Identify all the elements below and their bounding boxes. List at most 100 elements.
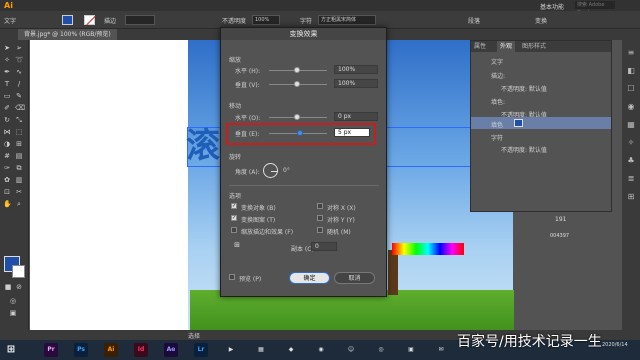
move-v-input[interactable]: 5 px [334, 128, 370, 137]
slice-tool-icon[interactable]: ✂ [15, 189, 23, 196]
tab-graphic-styles[interactable]: 图形样式 [519, 41, 549, 52]
ok-button[interactable]: 确定 [289, 272, 330, 284]
gradient-tool-icon[interactable]: ▤ [15, 153, 23, 160]
paragraph-label[interactable]: 段落 [468, 16, 480, 25]
angle-value[interactable]: 0° [283, 167, 290, 174]
start-icon[interactable]: ⊞ [4, 343, 18, 357]
free-transform-tool-icon[interactable]: ⬚ [15, 129, 23, 136]
copies-input[interactable]: 0 [311, 242, 337, 251]
appearance-fill-row-2[interactable]: 填色 [491, 120, 503, 129]
move-h-input[interactable]: 0 px [334, 112, 378, 121]
rectangle-tool-icon[interactable]: ▭ [3, 93, 11, 100]
illustrator-icon[interactable]: Ai [104, 343, 118, 357]
color-spectrum[interactable] [392, 243, 464, 255]
char-label[interactable]: 字符 [300, 16, 312, 25]
eraser-tool-icon[interactable]: ⌫ [15, 105, 25, 112]
scale-v-input[interactable]: 100% [334, 79, 378, 88]
app-icon-13[interactable]: ▣ [404, 343, 418, 357]
after-effects-icon[interactable]: Ae [164, 343, 178, 357]
move-h-knob[interactable] [294, 114, 300, 120]
transform-patterns-checkbox[interactable]: ✓ [231, 215, 237, 221]
color-icon[interactable]: ◉ [626, 102, 636, 112]
angle-dial-icon[interactable] [263, 163, 278, 178]
swatches-icon[interactable]: ▦ [626, 120, 636, 130]
stroke-color-box[interactable] [12, 265, 25, 278]
photoshop-icon[interactable]: Ps [74, 343, 88, 357]
symbols-icon[interactable]: ♣ [626, 156, 636, 166]
transform-label[interactable]: 变换 [535, 16, 547, 25]
none-mode-icon[interactable]: ⊘ [15, 284, 23, 291]
blend-tool-icon[interactable]: ⧉ [15, 165, 23, 172]
curvature-tool-icon[interactable]: ∿ [15, 69, 23, 76]
move-v-knob[interactable] [297, 130, 303, 136]
appearance-char-row[interactable]: 字符 [491, 133, 503, 142]
brushes-icon[interactable]: ✧ [626, 138, 636, 148]
cancel-button[interactable]: 取消 [334, 272, 375, 284]
premiere-icon[interactable]: Pr [44, 343, 58, 357]
taskbar-clock[interactable]: 2020/6/14 [602, 342, 628, 349]
magic-wand-tool-icon[interactable]: ✧ [3, 57, 11, 64]
color-hex[interactable]: 004397 [550, 233, 569, 239]
libraries-icon[interactable]: ☐ [626, 84, 636, 94]
media-player-icon[interactable]: ▶ [224, 343, 238, 357]
scale-v-knob[interactable] [294, 81, 300, 87]
type-tool-icon[interactable]: T [3, 81, 11, 88]
document-tab[interactable]: 背景.jpg* @ 100% (RGB/预览) [18, 29, 117, 40]
workspace-switcher[interactable]: 基本功能 [540, 2, 564, 11]
shaper-tool-icon[interactable]: ✐ [3, 105, 11, 112]
rotate-tool-icon[interactable]: ↻ [3, 117, 11, 124]
shape-builder-tool-icon[interactable]: ◑ [3, 141, 11, 148]
random-checkbox[interactable] [317, 227, 323, 233]
font-family-select[interactable]: 方正粗黑宋简体 [318, 15, 376, 25]
scale-h-input[interactable]: 100% [334, 65, 378, 74]
hand-tool-icon[interactable]: ✋ [3, 201, 12, 208]
canvas-text-left[interactable]: 滚 [186, 128, 220, 164]
pen-tool-icon[interactable]: ✒ [3, 69, 11, 76]
app-icon-9[interactable]: ◆ [284, 343, 298, 357]
scale-h-knob[interactable] [294, 67, 300, 73]
graph-tool-icon[interactable]: ▥ [15, 177, 23, 184]
preview-checkbox[interactable] [229, 274, 235, 280]
line-tool-icon[interactable]: / [15, 81, 23, 88]
reflect-x-checkbox[interactable] [317, 203, 323, 209]
explorer-icon[interactable]: ▦ [254, 343, 268, 357]
stock-search-input[interactable]: 搜索 Adobe Stock [575, 1, 615, 16]
tab-appearance[interactable]: 外观 [497, 41, 516, 52]
appearance-fill-swatch[interactable] [514, 119, 523, 127]
selection-tool-icon[interactable]: ➤ [3, 45, 11, 52]
align-icon[interactable]: ⊞ [626, 192, 636, 202]
symbol-sprayer-tool-icon[interactable]: ✿ [3, 177, 11, 184]
appearance-opacity-row-3[interactable]: 不透明度: 默认值 [501, 145, 547, 154]
scale-tool-icon[interactable]: ⤡ [15, 117, 23, 124]
app-icon-14[interactable]: ✉ [434, 343, 448, 357]
paintbrush-tool-icon[interactable]: ✎ [15, 93, 23, 100]
color-mode-icon[interactable]: ■ [4, 284, 12, 291]
transform-objects-checkbox[interactable]: ✓ [231, 203, 237, 209]
width-tool-icon[interactable]: ⋈ [3, 129, 11, 136]
reflect-y-checkbox[interactable] [317, 215, 323, 221]
screen-mode-icon[interactable]: ▣ [9, 310, 17, 317]
chrome-icon[interactable]: ◎ [374, 343, 388, 357]
scale-strokes-checkbox[interactable] [231, 227, 237, 233]
qq-icon[interactable]: ☺ [344, 343, 358, 357]
app-icon-10[interactable]: ◉ [314, 343, 328, 357]
properties-icon[interactable]: ≡ [626, 48, 636, 58]
direct-selection-tool-icon[interactable]: ➢ [15, 45, 23, 52]
lightroom-icon[interactable]: Lr [194, 343, 208, 357]
zoom-tool-icon[interactable]: ⌕ [15, 201, 23, 208]
appearance-fill-row[interactable]: 填色: [491, 97, 505, 106]
lasso-tool-icon[interactable]: ➰ [15, 57, 24, 64]
appearance-opacity-row-1[interactable]: 不透明度: 默认值 [501, 84, 547, 93]
layers-icon[interactable]: ◧ [626, 66, 636, 76]
artboard-tool-icon[interactable]: ⊡ [3, 189, 11, 196]
opacity-input[interactable]: 100% [252, 15, 280, 25]
eyedropper-tool-icon[interactable]: ✑ [3, 165, 11, 172]
reference-point-icon[interactable]: ⊞ [233, 242, 241, 249]
tab-properties[interactable]: 属性 [471, 41, 489, 52]
mesh-tool-icon[interactable]: # [3, 153, 11, 160]
stroke-icon[interactable]: ≣ [626, 174, 636, 184]
stroke-swatch[interactable] [84, 15, 95, 25]
perspective-grid-tool-icon[interactable]: ⊞ [15, 141, 23, 148]
fill-swatch[interactable] [62, 15, 73, 25]
stroke-weight-select[interactable] [125, 15, 155, 25]
